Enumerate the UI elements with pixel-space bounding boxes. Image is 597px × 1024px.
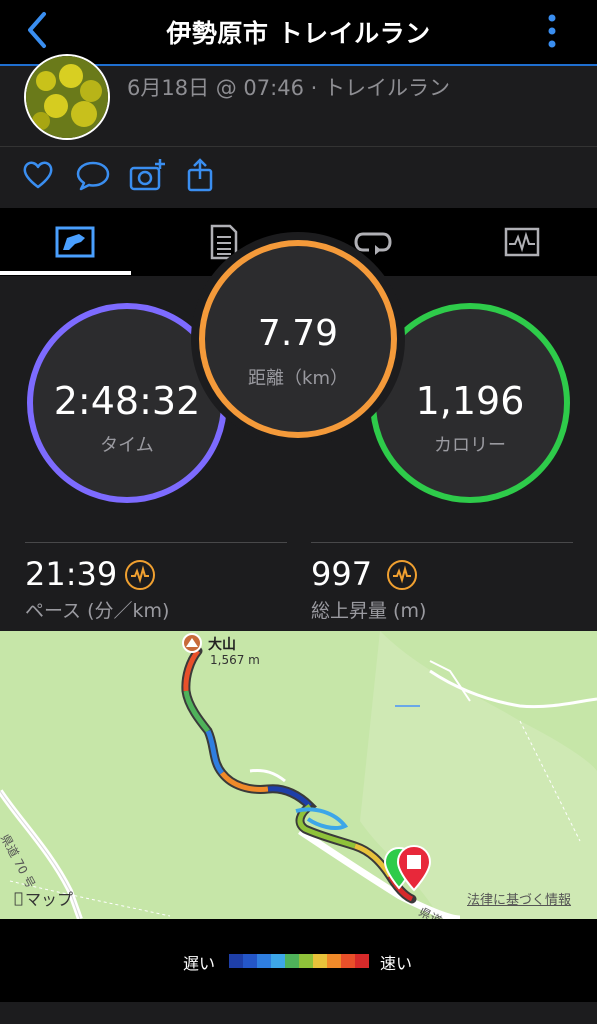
legend-swatch bbox=[243, 954, 257, 968]
legend-swatch bbox=[285, 954, 299, 968]
calories-label: カロリー bbox=[434, 435, 506, 456]
maps-brand:  マップ bbox=[14, 886, 73, 910]
top-bar: 伊勢原市 トレイルラン bbox=[0, 0, 597, 64]
gauge-icon[interactable] bbox=[387, 560, 417, 590]
divider bbox=[25, 542, 287, 543]
legend-swatch bbox=[313, 954, 327, 968]
peak-elevation: 1,567 m bbox=[210, 653, 260, 667]
add-photo-icon[interactable] bbox=[128, 157, 168, 193]
legend-swatch bbox=[229, 954, 243, 968]
legend-swatch bbox=[355, 954, 369, 968]
apple-icon:  bbox=[14, 889, 23, 907]
comment-icon[interactable] bbox=[75, 157, 111, 193]
charts-icon bbox=[504, 227, 539, 257]
legal-link[interactable]: 法律に基づく情報 bbox=[467, 889, 571, 908]
tab-overview[interactable] bbox=[0, 208, 149, 276]
heart-icon[interactable] bbox=[20, 157, 56, 193]
finish-marker-icon[interactable] bbox=[395, 844, 433, 892]
laps-icon bbox=[353, 232, 392, 255]
legend-colorbar bbox=[229, 954, 369, 968]
activity-meta: 6月18日 @ 07:46 · トレイルラン bbox=[127, 76, 450, 100]
distance-value: 7.79 bbox=[257, 313, 339, 354]
time-ring: 2:48:32 タイム bbox=[27, 303, 227, 503]
calories-value: 1,196 bbox=[415, 379, 525, 423]
legend-swatch bbox=[341, 954, 355, 968]
map-canvas bbox=[0, 631, 597, 919]
legend-slow: 遅い bbox=[183, 954, 216, 973]
share-icon[interactable] bbox=[182, 157, 218, 193]
time-label: タイム bbox=[100, 435, 154, 456]
peak-name: 大山 bbox=[208, 637, 236, 653]
pace-label: ペース (分／km) bbox=[25, 600, 170, 622]
speed-legend: 遅い 速い bbox=[0, 919, 597, 1002]
distance-ring: 7.79 距離（km） bbox=[199, 240, 397, 438]
gauge-icon[interactable] bbox=[125, 560, 155, 590]
social-bar bbox=[0, 146, 597, 209]
ascent-label: 総上昇量 (m) bbox=[311, 600, 427, 622]
bottom-bar bbox=[0, 1002, 597, 1024]
distance-label: 距離（km） bbox=[248, 368, 348, 389]
details-icon bbox=[210, 224, 237, 260]
legend-swatch bbox=[299, 954, 313, 968]
tab-charts[interactable] bbox=[447, 208, 596, 276]
divider bbox=[311, 542, 573, 543]
avatar[interactable] bbox=[24, 54, 110, 140]
ascent-value: 997 bbox=[311, 555, 373, 593]
brand-label: マップ bbox=[16, 890, 73, 909]
legend-fast: 速い bbox=[380, 954, 413, 973]
route-map[interactable]: 大山 1,567 m 県道 70 号 県道  マップ 法律に基づく情報 bbox=[0, 631, 597, 919]
legend-swatch bbox=[327, 954, 341, 968]
stats-panel: 2:48:32 タイム 1,196 カロリー 7.79 距離（km） 21:39… bbox=[0, 240, 597, 631]
legend-swatch bbox=[271, 954, 285, 968]
kebab-icon[interactable] bbox=[540, 12, 564, 52]
legend-swatch bbox=[257, 954, 271, 968]
activity-header: 6月18日 @ 07:46 · トレイルラン bbox=[0, 54, 597, 146]
tab-indicator bbox=[0, 271, 131, 275]
calories-ring: 1,196 カロリー bbox=[370, 303, 570, 503]
overview-icon bbox=[55, 226, 94, 258]
pace-value: 21:39 bbox=[25, 555, 118, 593]
page-title: 伊勢原市 トレイルラン bbox=[166, 19, 431, 48]
time-value: 2:48:32 bbox=[53, 379, 201, 423]
